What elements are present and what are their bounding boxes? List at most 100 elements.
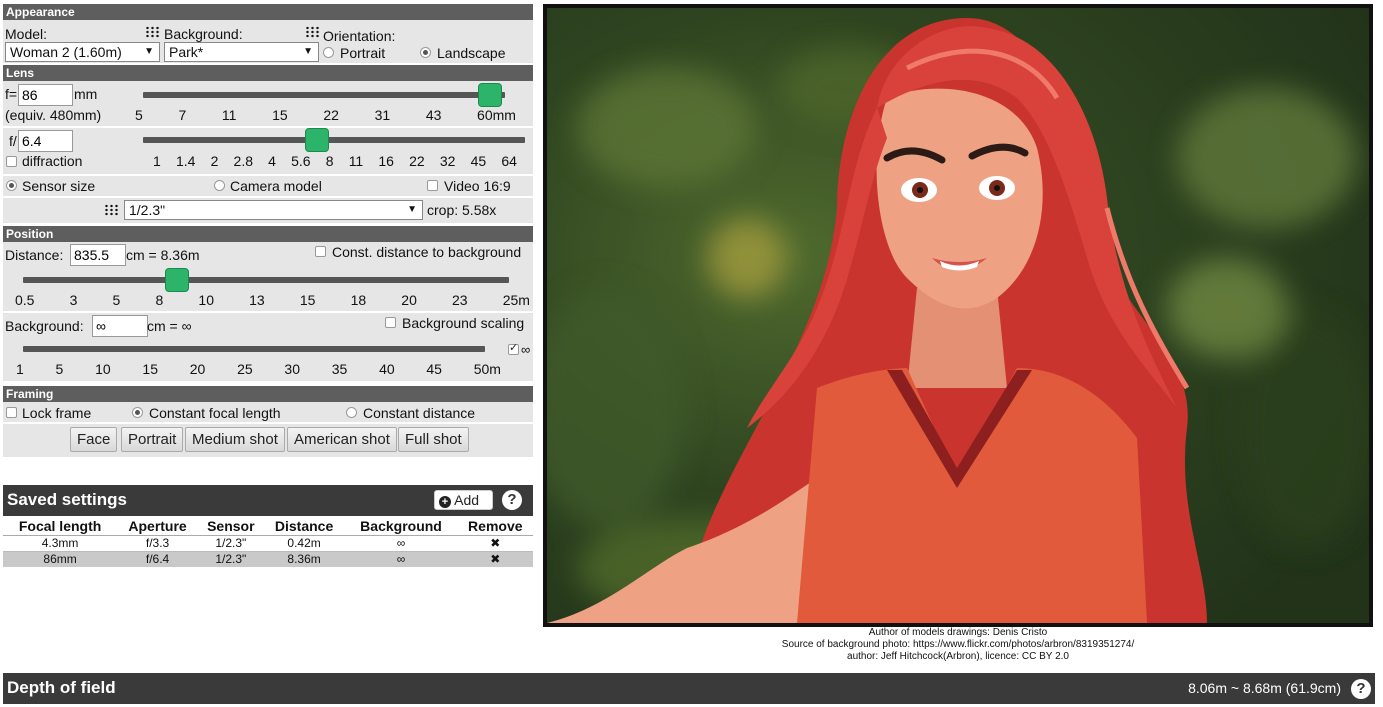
diffraction-label: diffraction xyxy=(22,153,83,169)
scene-preview xyxy=(543,4,1373,627)
grid-icon[interactable] xyxy=(145,26,159,38)
chevron-down-icon: ▼ xyxy=(407,204,417,215)
aperture-prefix: f/ xyxy=(9,133,17,149)
aperture-slider-thumb[interactable] xyxy=(305,128,329,152)
aperture-slider-track[interactable] xyxy=(143,137,525,143)
lock-frame-checkbox[interactable] xyxy=(6,407,17,418)
model-select-value: Woman 2 (1.60m) xyxy=(10,44,122,60)
table-header-row: Focal length Aperture Sensor Distance Ba… xyxy=(3,518,533,536)
focal-prefix: f= xyxy=(5,86,18,102)
column-header: Distance xyxy=(263,518,345,536)
remove-icon[interactable]: ✖ xyxy=(457,551,533,567)
distance-ticks: 0.5 3 5 8 10 13 15 18 20 23 25m xyxy=(15,292,530,308)
column-header: Aperture xyxy=(117,518,198,536)
sensor-mode-panel: Sensor size Camera model Video 16:9 xyxy=(3,176,533,196)
chevron-down-icon: ▼ xyxy=(144,46,154,57)
help-icon[interactable]: ? xyxy=(1351,679,1371,699)
full-shot-button[interactable]: Full shot xyxy=(398,427,469,452)
focal-length-input[interactable] xyxy=(18,84,73,106)
focal-unit: mm xyxy=(74,86,98,102)
bg-scaling-checkbox[interactable] xyxy=(385,317,396,328)
landscape-radio[interactable] xyxy=(420,47,431,58)
plus-icon: + xyxy=(439,496,451,508)
distance-slider-track[interactable] xyxy=(23,277,509,283)
credit-line: Author of models drawings: Denis Cristo xyxy=(868,627,1048,638)
portrait-button[interactable]: Portrait xyxy=(121,427,184,452)
aperture-ticks: 1 1.4 2 2.8 4 5.6 8 11 16 22 32 45 64 xyxy=(153,153,517,169)
chevron-down-icon: ▼ xyxy=(303,46,313,57)
grid-icon[interactable] xyxy=(104,204,118,216)
settings-panel: Appearance Model: Woman 2 (1.60m) ▼ Backg… xyxy=(3,4,533,567)
table-row[interactable]: 86mm f/6.4 1/2.3" 8.36m ∞ ✖ xyxy=(3,551,533,567)
sensor-panel: 1/2.3" ▼ crop: 5.58x xyxy=(3,198,533,223)
background-label: Background: xyxy=(164,26,243,42)
table-cell: 4.3mm xyxy=(3,535,118,552)
position-header: Position xyxy=(3,226,533,242)
saved-settings-title: Saved settings xyxy=(7,490,127,509)
camera-model-label: Camera model xyxy=(230,178,322,194)
remove-icon[interactable]: ✖ xyxy=(457,535,533,552)
const-distance-label: Const. distance to background xyxy=(332,244,522,260)
framing-buttons-panel: Face Portrait Medium shot American shot … xyxy=(3,424,533,457)
face-button[interactable]: Face xyxy=(70,427,118,452)
table-cell: f/3.3 xyxy=(117,535,198,552)
portrait-label: Portrait xyxy=(340,45,386,61)
portrait-radio[interactable] xyxy=(323,47,334,58)
aperture-input[interactable] xyxy=(18,130,73,152)
appearance-panel: Model: Woman 2 (1.60m) ▼ Background: Park… xyxy=(3,20,533,63)
focal-slider-thumb[interactable] xyxy=(478,83,502,107)
background-distance-input[interactable] xyxy=(92,315,148,337)
column-header: Background xyxy=(344,518,458,536)
add-setting-button[interactable]: + Add xyxy=(434,490,493,510)
saved-settings-header: Saved settings + Add ? xyxy=(3,485,533,516)
sensor-select[interactable]: 1/2.3" ▼ xyxy=(124,200,423,220)
depth-of-field-title: Depth of field xyxy=(7,678,116,697)
grid-icon[interactable] xyxy=(305,26,319,38)
crop-factor: crop: 5.58x xyxy=(427,202,497,218)
medium-shot-button[interactable]: Medium shot xyxy=(185,427,285,452)
focal-ticks: 5 7 11 15 22 31 43 60mm xyxy=(135,107,516,123)
table-cell: 1/2.3" xyxy=(197,535,264,552)
sensor-size-label: Sensor size xyxy=(22,178,96,194)
depth-of-field-bar: Depth of field 8.06m ~ 8.68m (61.9cm) ? xyxy=(3,673,1375,704)
framing-options-panel: Lock frame Constant focal length Constan… xyxy=(3,402,533,422)
distance-label: Distance: xyxy=(5,247,64,263)
const-distance-checkbox[interactable] xyxy=(315,246,326,257)
sensor-size-radio[interactable] xyxy=(6,180,17,191)
diffraction-checkbox[interactable] xyxy=(6,156,17,167)
background-select[interactable]: Park* ▼ xyxy=(164,42,319,62)
table-cell: 1/2.3" xyxy=(197,551,264,567)
background-select-value: Park* xyxy=(169,44,204,60)
model-select[interactable]: Woman 2 (1.60m) ▼ xyxy=(5,42,160,62)
camera-model-radio[interactable] xyxy=(214,180,225,191)
focal-slider-track[interactable] xyxy=(143,92,505,98)
infinity-checkbox[interactable] xyxy=(508,341,519,355)
image-credits: Author of models drawings: Denis Cristo … xyxy=(543,627,1373,663)
american-shot-button[interactable]: American shot xyxy=(287,427,397,452)
column-header: Focal length xyxy=(3,518,118,536)
distance-input[interactable] xyxy=(70,244,126,266)
background-ticks: 1 5 10 15 20 25 30 35 40 45 50m xyxy=(16,361,501,377)
help-icon[interactable]: ? xyxy=(502,490,522,510)
appearance-header: Appearance xyxy=(3,4,533,20)
const-distance-radio[interactable] xyxy=(346,407,357,418)
infinity-label: ∞ xyxy=(521,342,531,357)
focal-panel: f= mm (equiv. 480mm) 57111522314360mm xyxy=(3,81,533,126)
landscape-label: Landscape xyxy=(437,45,506,61)
table-row[interactable]: 4.3mm f/3.3 1/2.3" 0.42m ∞ ✖ xyxy=(3,535,533,552)
video-label: Video 16:9 xyxy=(444,178,511,194)
column-header: Remove xyxy=(457,518,533,536)
saved-settings-table: Focal length Aperture Sensor Distance Ba… xyxy=(3,518,533,567)
lens-header: Lens xyxy=(3,65,533,81)
background-slider-track[interactable] xyxy=(23,346,485,352)
framing-header: Framing xyxy=(3,386,533,402)
const-distance-radio-label: Constant distance xyxy=(363,405,476,421)
const-focal-radio[interactable] xyxy=(132,407,143,418)
distance-panel: Distance: cm = 8.36m Const. distance to … xyxy=(3,242,533,311)
background-distance-label: Background: xyxy=(5,318,84,334)
distance-slider-thumb[interactable] xyxy=(165,268,189,292)
background-distance-panel: Background: cm = ∞ Background scaling ∞ … xyxy=(3,313,533,381)
orientation-label: Orientation: xyxy=(323,28,396,44)
video-checkbox[interactable] xyxy=(427,180,438,191)
credit-line: Source of background photo: https://www.… xyxy=(781,639,1135,650)
